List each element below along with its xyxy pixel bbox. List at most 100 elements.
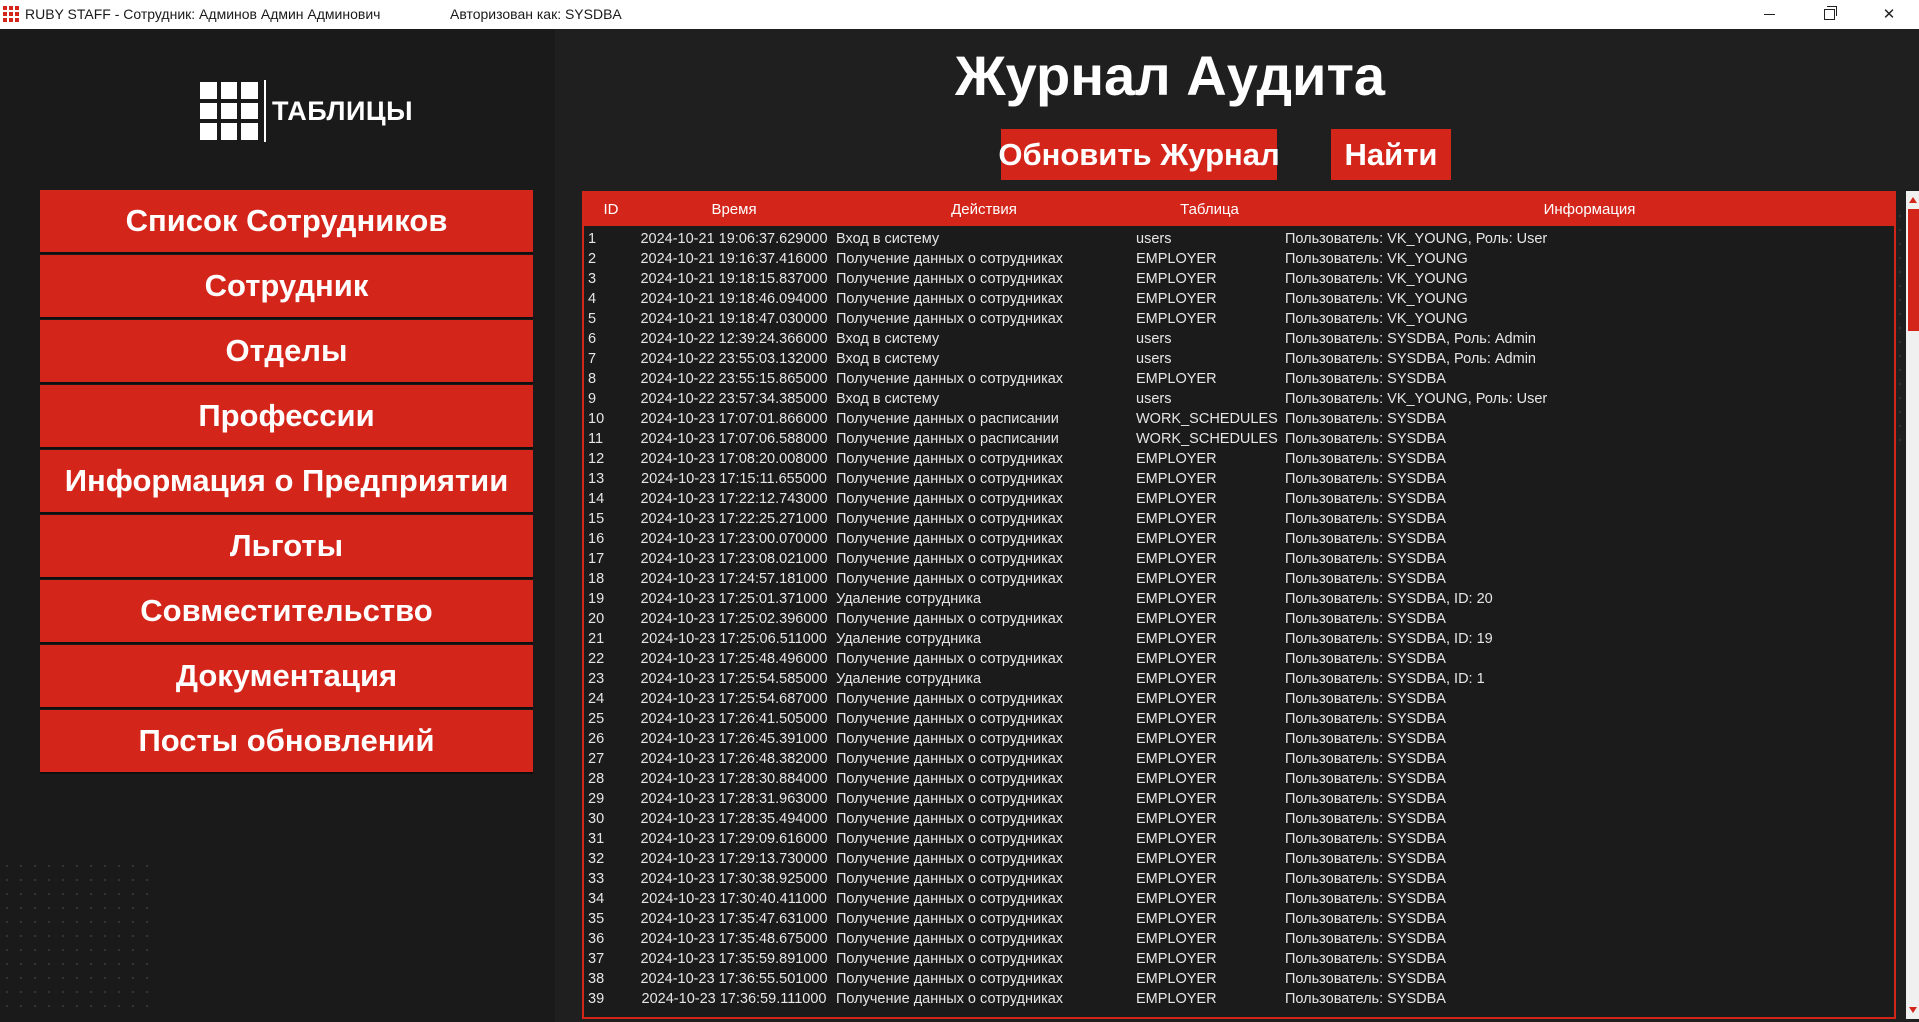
nav-professions[interactable]: Профессии xyxy=(40,385,533,447)
table-row[interactable]: 9 2024-10-22 23:57:34.385000 Вход в систем… xyxy=(584,389,1894,409)
table-row[interactable]: 29 2024-10-23 17:28:31.963000 Получение да… xyxy=(584,789,1894,809)
table-row[interactable]: 13 2024-10-23 17:15:11.655000 Получение да… xyxy=(584,469,1894,489)
table-row[interactable]: 26 2024-10-23 17:26:45.391000 Получение да… xyxy=(584,729,1894,749)
nav-update-posts[interactable]: Посты обновлений xyxy=(40,710,533,772)
table-row[interactable]: 6 2024-10-22 12:39:24.366000 Вход в систем… xyxy=(584,329,1894,349)
table-row[interactable]: 28 2024-10-23 17:28:30.884000 Получение да… xyxy=(584,769,1894,789)
nav-departments[interactable]: Отделы xyxy=(40,320,533,382)
cell-action: Получение данных о сотрудниках xyxy=(836,991,1064,1007)
nav-company-info[interactable]: Информация о Предприятии xyxy=(40,450,533,512)
table-row[interactable]: 24 2024-10-23 17:25:54.687000 Получение да… xyxy=(584,689,1894,709)
cell-info: Пользователь: SYSDBA, ID: 20 xyxy=(1285,591,1493,607)
scroll-down-icon[interactable] xyxy=(1909,1007,1917,1013)
table-row[interactable]: 1 2024-10-21 19:06:37.629000 Вход в систем… xyxy=(584,229,1894,249)
cell-id: 6 xyxy=(588,331,597,347)
cell-table: EMPLOYER xyxy=(1136,471,1217,487)
logo: ТАБЛИЦЫ xyxy=(200,80,413,142)
table-row[interactable]: 4 2024-10-21 19:18:46.094000 Получение дан… xyxy=(584,289,1894,309)
cell-table: WORK_SCHEDULES xyxy=(1136,411,1278,427)
restore-button[interactable] xyxy=(1806,0,1852,29)
table-row[interactable]: 36 2024-10-23 17:35:48.675000 Получение да… xyxy=(584,929,1894,949)
table-row[interactable]: 11 2024-10-23 17:07:06.588000 Получение да… xyxy=(584,429,1894,449)
audit-log-table[interactable]: ID Время Действия Таблица Информация 1 20… xyxy=(582,191,1896,1019)
table-row[interactable]: 27 2024-10-23 17:26:48.382000 Получение да… xyxy=(584,749,1894,769)
cell-id: 3 xyxy=(588,271,597,287)
cell-id: 37 xyxy=(588,951,605,967)
cell-id: 33 xyxy=(588,871,605,887)
table-row[interactable]: 8 2024-10-22 23:55:15.865000 Получение дан… xyxy=(584,369,1894,389)
table-row[interactable]: 15 2024-10-23 17:22:25.271000 Получение да… xyxy=(584,509,1894,529)
cell-time: 2024-10-22 12:39:24.366000 xyxy=(640,331,828,347)
cell-action: Получение данных о расписании xyxy=(836,431,1059,447)
cell-action: Получение данных о сотрудниках xyxy=(836,491,1064,507)
cell-action: Вход в систему xyxy=(836,391,940,407)
cell-id: 5 xyxy=(588,311,597,327)
table-row[interactable]: 30 2024-10-23 17:28:35.494000 Получение да… xyxy=(584,809,1894,829)
column-header-actions[interactable]: Действия xyxy=(834,201,1134,218)
cell-info: Пользователь: SYSDBA xyxy=(1285,611,1446,627)
minimize-button[interactable] xyxy=(1746,0,1792,29)
cell-table: EMPLOYER xyxy=(1136,531,1217,547)
cell-time: 2024-10-23 17:26:45.391000 xyxy=(640,731,828,747)
table-row[interactable]: 22 2024-10-23 17:25:48.496000 Получение да… xyxy=(584,649,1894,669)
nav-benefits[interactable]: Льготы xyxy=(40,515,533,577)
table-row[interactable]: 37 2024-10-23 17:35:59.891000 Получение да… xyxy=(584,949,1894,969)
refresh-log-button[interactable]: Обновить Журнал xyxy=(998,129,1280,180)
minimize-icon xyxy=(1763,14,1775,15)
cell-info: Пользователь: SYSDBA xyxy=(1285,711,1446,727)
cell-action: Получение данных о сотрудниках xyxy=(836,511,1064,527)
cell-time: 2024-10-23 17:25:06.511000 xyxy=(641,631,827,647)
cell-time: 2024-10-23 17:28:35.494000 xyxy=(640,811,828,827)
cell-id: 9 xyxy=(588,391,597,407)
cell-info: Пользователь: SYSDBA, Роль: Admin xyxy=(1285,351,1536,367)
table-row[interactable]: 3 2024-10-21 19:18:15.837000 Получение дан… xyxy=(584,269,1894,289)
cell-info: Пользователь: SYSDBA xyxy=(1285,571,1446,587)
scroll-thumb[interactable] xyxy=(1908,209,1919,331)
nav-employee[interactable]: Сотрудник xyxy=(40,255,533,317)
table-row[interactable]: 25 2024-10-23 17:26:41.505000 Получение да… xyxy=(584,709,1894,729)
table-row[interactable]: 34 2024-10-23 17:30:40.411000 Получение да… xyxy=(584,889,1894,909)
cell-action: Получение данных о сотрудниках xyxy=(836,551,1064,567)
cell-info: Пользователь: SYSDBA xyxy=(1285,771,1446,787)
close-button[interactable]: ✕ xyxy=(1866,0,1912,29)
table-row[interactable]: 12 2024-10-23 17:08:20.008000 Получение да… xyxy=(584,449,1894,469)
cell-info: Пользователь: SYSDBA, ID: 1 xyxy=(1285,671,1485,687)
table-row[interactable]: 18 2024-10-23 17:24:57.181000 Получение да… xyxy=(584,569,1894,589)
table-row[interactable]: 20 2024-10-23 17:25:02.396000 Получение да… xyxy=(584,609,1894,629)
table-row[interactable]: 23 2024-10-23 17:25:54.585000 Удаление сот… xyxy=(584,669,1894,689)
table-row[interactable]: 21 2024-10-23 17:25:06.511000 Удаление сот… xyxy=(584,629,1894,649)
cell-info: Пользователь: SYSDBA xyxy=(1285,411,1446,427)
cell-info: Пользователь: SYSDBA xyxy=(1285,691,1446,707)
cell-time: 2024-10-23 17:30:38.925000 xyxy=(640,871,828,887)
table-row[interactable]: 32 2024-10-23 17:29:13.730000 Получение да… xyxy=(584,849,1894,869)
nav-employee-list[interactable]: Список Сотрудников xyxy=(40,190,533,252)
cell-table: EMPLOYER xyxy=(1136,791,1217,807)
cell-time: 2024-10-21 19:18:46.094000 xyxy=(640,291,828,307)
cell-id: 22 xyxy=(588,651,605,667)
table-row[interactable]: 14 2024-10-23 17:22:12.743000 Получение да… xyxy=(584,489,1894,509)
cell-time: 2024-10-23 17:23:00.070000 xyxy=(640,531,828,547)
table-row[interactable]: 19 2024-10-23 17:25:01.371000 Удаление сот… xyxy=(584,589,1894,609)
table-row[interactable]: 31 2024-10-23 17:29:09.616000 Получение да… xyxy=(584,829,1894,849)
nav-documentation[interactable]: Документация xyxy=(40,645,533,707)
table-row[interactable]: 17 2024-10-23 17:23:08.021000 Получение да… xyxy=(584,549,1894,569)
table-row[interactable]: 39 2024-10-23 17:36:59.111000 Получение да… xyxy=(584,989,1894,1009)
table-row[interactable]: 7 2024-10-22 23:55:03.132000 Вход в систем… xyxy=(584,349,1894,369)
column-header-id[interactable]: ID xyxy=(584,201,634,218)
table-row[interactable]: 10 2024-10-23 17:07:01.866000 Получение да… xyxy=(584,409,1894,429)
scroll-up-icon[interactable] xyxy=(1909,197,1917,203)
nav-part-time[interactable]: Совместительство xyxy=(40,580,533,642)
column-header-time[interactable]: Время xyxy=(634,201,834,218)
find-button[interactable]: Найти xyxy=(1331,129,1451,180)
vertical-scrollbar[interactable] xyxy=(1906,191,1919,1019)
table-row[interactable]: 5 2024-10-21 19:18:47.030000 Получение дан… xyxy=(584,309,1894,329)
table-row[interactable]: 2 2024-10-21 19:16:37.416000 Получение дан… xyxy=(584,249,1894,269)
table-row[interactable]: 16 2024-10-23 17:23:00.070000 Получение да… xyxy=(584,529,1894,549)
table-row[interactable]: 33 2024-10-23 17:30:38.925000 Получение да… xyxy=(584,869,1894,889)
table-row[interactable]: 38 2024-10-23 17:36:55.501000 Получение да… xyxy=(584,969,1894,989)
column-header-table[interactable]: Таблица xyxy=(1134,201,1285,218)
cell-info: Пользователь: VK_YOUNG, Роль: User xyxy=(1285,391,1548,407)
column-header-info[interactable]: Информация xyxy=(1285,201,1894,218)
table-row[interactable]: 35 2024-10-23 17:35:47.631000 Получение да… xyxy=(584,909,1894,929)
table-grid-icon xyxy=(200,82,258,140)
